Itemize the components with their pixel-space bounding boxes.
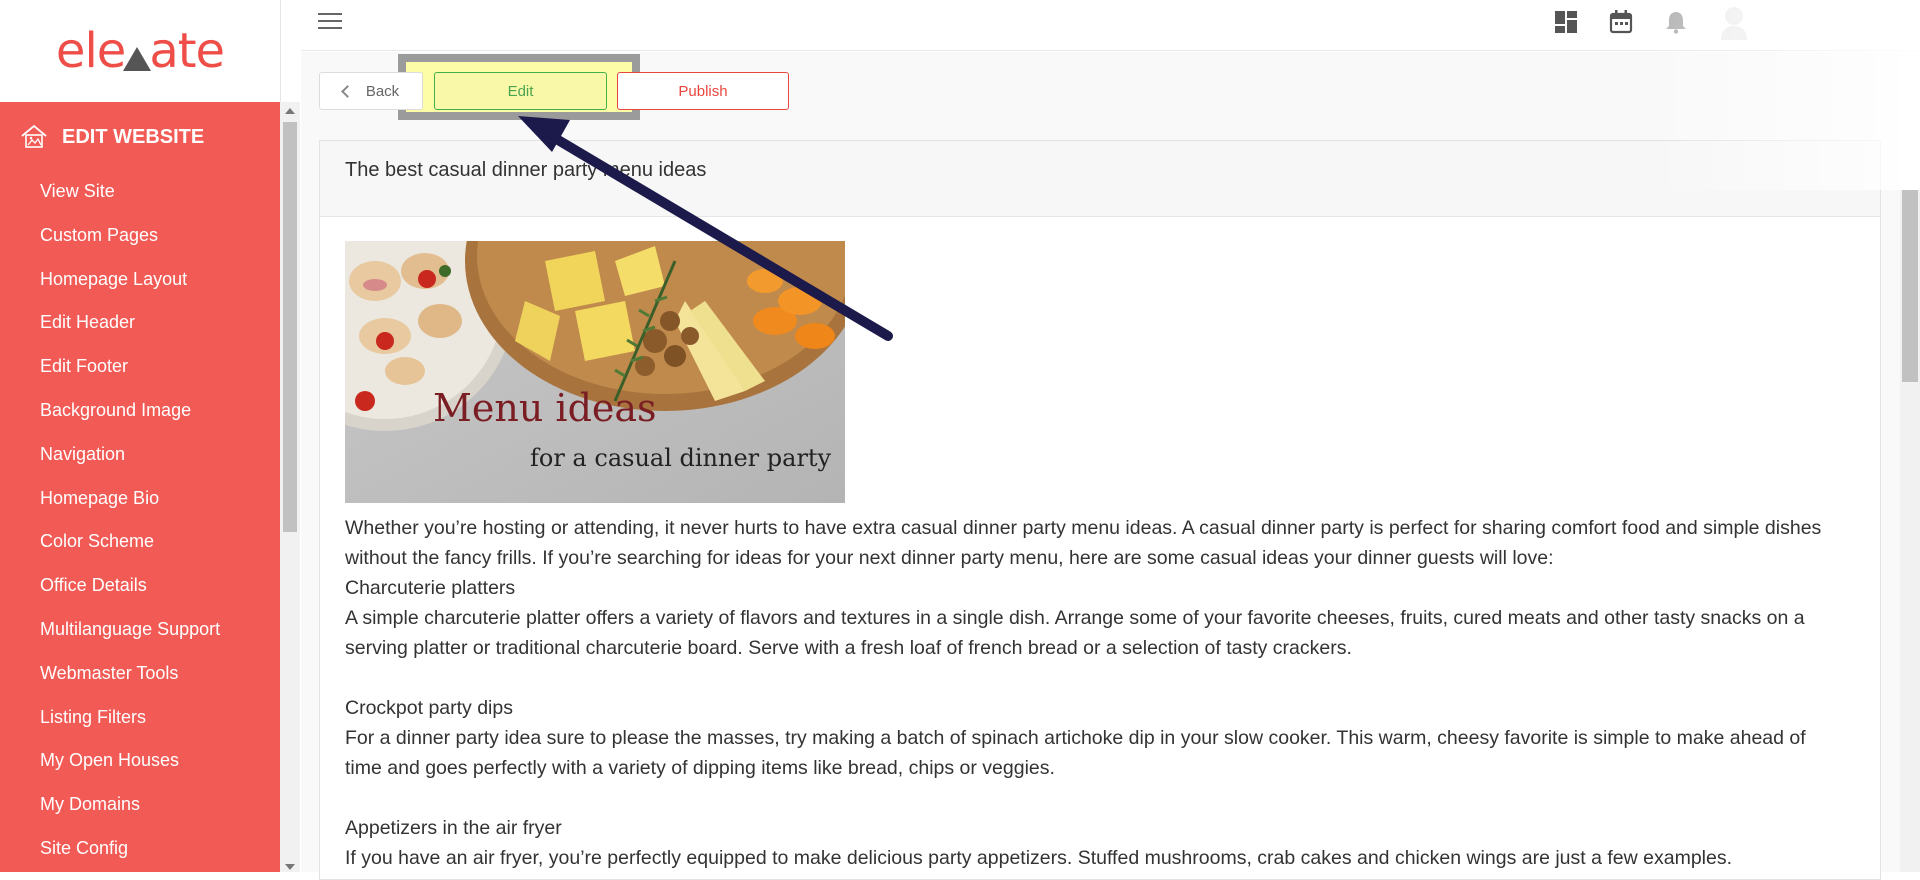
post-subheading: Charcuterie platters: [345, 577, 516, 599]
post-card: The best casual dinner party menu ideas: [319, 140, 1881, 880]
sidebar-item-multilanguage-support[interactable]: Multilanguage Support: [40, 614, 220, 658]
edit-website-label: EDIT WEBSITE: [62, 125, 205, 148]
edit-label: Edit: [507, 82, 534, 100]
logo-area[interactable]: ele ate: [0, 0, 280, 102]
sidebar-nav: View Site Custom Pages Homepage Layout E…: [40, 176, 220, 877]
sidebar-item-homepage-layout[interactable]: Homepage Layout: [40, 264, 220, 308]
post-body: Whether you’re hosting or attending, it …: [345, 513, 1845, 873]
back-button[interactable]: Back: [319, 72, 423, 110]
sidebar-item-office-details[interactable]: Office Details: [40, 570, 220, 614]
dashboard-icon[interactable]: [1553, 9, 1579, 35]
publish-label: Publish: [678, 82, 728, 100]
image-caption-line1: Menu ideas: [433, 386, 657, 430]
sidebar-item-view-site[interactable]: View Site: [40, 176, 220, 220]
sidebar-item-background-image[interactable]: Background Image: [40, 395, 220, 439]
sidebar-item-listing-filters[interactable]: Listing Filters: [40, 702, 220, 746]
back-label: Back: [365, 82, 400, 100]
sidebar-scroll-gutter: [280, 0, 300, 102]
image-caption-line2: for a casual dinner party: [530, 444, 832, 472]
post-paragraph: For a dinner party idea sure to please t…: [345, 727, 1806, 779]
post-title: The best casual dinner party menu ideas: [320, 141, 1880, 217]
sidebar-item-my-domains[interactable]: My Domains: [40, 789, 220, 833]
main-scrollbar[interactable]: [1900, 190, 1920, 872]
scroll-down-arrow-icon[interactable]: [285, 864, 295, 870]
logo-triangle-icon: [123, 47, 152, 71]
sidebar-item-edit-footer[interactable]: Edit Footer: [40, 351, 220, 395]
sidebar-item-custom-pages[interactable]: Custom Pages: [40, 220, 220, 264]
logo-text-right: ate: [149, 23, 225, 79]
bell-icon[interactable]: [1663, 9, 1689, 35]
menu-icon[interactable]: [318, 13, 342, 31]
top-bar: [301, 0, 1920, 51]
sidebar-scrollbar[interactable]: [280, 102, 300, 872]
main-scrollbar-thumb[interactable]: [1902, 190, 1918, 382]
post-featured-image: Menu ideas for a casual dinner party: [345, 241, 845, 503]
calendar-icon[interactable]: [1608, 9, 1634, 35]
sidebar-item-site-config[interactable]: Site Config: [40, 833, 220, 877]
sidebar-item-navigation[interactable]: Navigation: [40, 439, 220, 483]
publish-button[interactable]: Publish: [617, 72, 789, 110]
post-paragraph: If you have an air fryer, you’re perfect…: [345, 847, 1733, 869]
sidebar-item-edit-header[interactable]: Edit Header: [40, 307, 220, 351]
post-paragraph: Whether you’re hosting or attending, it …: [345, 517, 1822, 569]
elevate-logo[interactable]: ele ate: [55, 23, 225, 79]
post-paragraph: A simple charcuterie platter offers a va…: [345, 607, 1805, 659]
chevron-left-icon: [340, 84, 354, 98]
logo-text-left: ele: [55, 23, 126, 79]
user-avatar-icon[interactable]: [1719, 2, 1749, 42]
sidebar-scrollbar-thumb[interactable]: [283, 122, 297, 532]
sidebar: ele ate EDIT WEBSITE View Site Custom Pag…: [0, 0, 280, 872]
sidebar-item-homepage-bio[interactable]: Homepage Bio: [40, 483, 220, 527]
scroll-up-arrow-icon[interactable]: [285, 108, 295, 114]
home-image-icon: [21, 124, 47, 148]
sidebar-item-webmaster-tools[interactable]: Webmaster Tools: [40, 658, 220, 702]
post-subheading: Crockpot party dips: [345, 697, 513, 719]
post-subheading: Appetizers in the air fryer: [345, 817, 562, 839]
sidebar-item-my-open-houses[interactable]: My Open Houses: [40, 745, 220, 789]
edit-website-heading[interactable]: EDIT WEBSITE: [20, 124, 204, 150]
sidebar-item-color-scheme[interactable]: Color Scheme: [40, 526, 220, 570]
edit-button[interactable]: Edit: [434, 72, 607, 110]
